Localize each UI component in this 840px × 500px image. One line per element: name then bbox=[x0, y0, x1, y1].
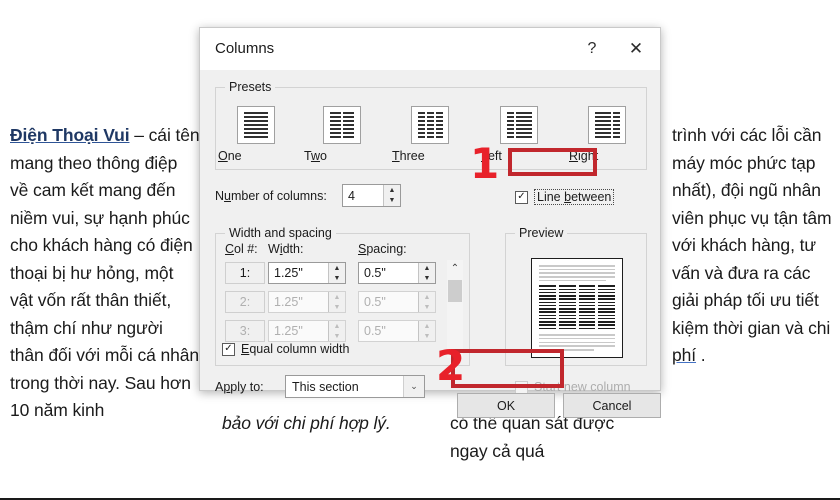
close-icon[interactable]: ✕ bbox=[614, 28, 658, 70]
col-header: Col #: bbox=[225, 242, 258, 256]
preview-column bbox=[558, 285, 576, 330]
preset-three-icon bbox=[411, 106, 449, 144]
width-value-3: 1.25" bbox=[274, 324, 303, 338]
cancel-button[interactable]: Cancel bbox=[563, 393, 661, 418]
width-stepper-2: ▲ ▼ bbox=[328, 292, 345, 312]
spacing-stepper-up-icon-2: ▲ bbox=[423, 293, 431, 301]
spacing-stepper-up-icon-3: ▲ bbox=[423, 322, 431, 330]
spacing-input-2: 0.5" ▲ ▼ bbox=[358, 291, 436, 313]
stepper-up-icon[interactable]: ▲ bbox=[384, 185, 400, 196]
preview-legend: Preview bbox=[515, 226, 568, 240]
width-stepper-up-icon-2: ▲ bbox=[333, 293, 341, 301]
width-stepper-down-icon-2: ▼ bbox=[333, 303, 341, 311]
dialog-title: Columns bbox=[215, 40, 275, 57]
scrollbar-thumb[interactable] bbox=[448, 280, 462, 302]
line-between-label: Line between bbox=[534, 189, 615, 205]
help-icon[interactable]: ? bbox=[570, 28, 614, 70]
highlight-ok-button bbox=[451, 349, 564, 388]
preset-three[interactable]: Three bbox=[392, 106, 468, 163]
preview-column bbox=[598, 285, 615, 330]
spacing-value-3: 0.5" bbox=[364, 324, 386, 338]
spacing-input-3: 0.5" ▲ ▼ bbox=[358, 320, 436, 342]
line-between-checkbox[interactable]: ✓ Line between bbox=[515, 189, 615, 205]
scroll-up-icon[interactable]: ⌃ bbox=[447, 260, 463, 276]
preset-left-icon bbox=[500, 106, 538, 144]
preset-one-label: One bbox=[218, 149, 242, 163]
cost-link[interactable]: phí bbox=[672, 345, 696, 365]
width-stepper-1[interactable]: ▲ ▼ bbox=[328, 263, 345, 283]
highlight-line-between bbox=[508, 148, 597, 176]
col-number-3: 3: bbox=[225, 320, 265, 342]
annotation-step-1: 1 bbox=[470, 139, 500, 188]
width-header: Width: bbox=[268, 242, 304, 256]
width-input-3: 1.25" ▲ ▼ bbox=[268, 320, 346, 342]
col-number-2: 2: bbox=[225, 291, 265, 313]
annotation-step-2: 2 bbox=[436, 341, 466, 390]
preview-column bbox=[578, 285, 596, 330]
preset-one-icon bbox=[237, 106, 275, 144]
col-number-1: 1: bbox=[225, 262, 265, 284]
preview-column bbox=[539, 285, 556, 330]
apply-to-label: Apply to: bbox=[215, 380, 264, 394]
equal-column-width-label: Equal column width bbox=[241, 342, 350, 356]
spacing-stepper-1[interactable]: ▲ ▼ bbox=[418, 263, 435, 283]
preset-right[interactable]: Right bbox=[569, 106, 645, 163]
spacing-value-1: 0.5" bbox=[364, 266, 386, 280]
apply-to-value: This section bbox=[292, 379, 359, 394]
spacing-stepper-2: ▲ ▼ bbox=[418, 292, 435, 312]
spacing-stepper-down-icon-1[interactable]: ▼ bbox=[419, 273, 435, 283]
spacing-header: Spacing: bbox=[358, 242, 407, 256]
document-bottom-left-text: bảo với chi phí hợp lý. bbox=[222, 413, 391, 433]
left-column-body: – cái tên mang theo thông điệp về cam kế… bbox=[10, 125, 200, 420]
stepper-down-icon[interactable]: ▼ bbox=[384, 196, 400, 207]
width-input-1[interactable]: 1.25" ▲ ▼ bbox=[268, 262, 346, 284]
right-column-body-before: trình với các lỗi cần máy móc phức tạp n… bbox=[672, 125, 832, 338]
preset-one[interactable]: One bbox=[218, 106, 294, 163]
number-of-columns-value: 4 bbox=[348, 188, 355, 203]
right-column-body-after: . bbox=[696, 345, 706, 365]
document-bottom-right-text: có thể quan sát được ngay cả quá bbox=[450, 413, 615, 461]
width-value-2: 1.25" bbox=[274, 295, 303, 309]
line-between-check-glyph: ✓ bbox=[515, 190, 528, 204]
preview-page bbox=[531, 258, 623, 358]
width-stepper-up-icon-3: ▲ bbox=[333, 322, 341, 330]
number-of-columns-stepper[interactable]: ▲ ▼ bbox=[383, 185, 400, 206]
width-stepper-up-icon-1[interactable]: ▲ bbox=[329, 263, 345, 273]
number-of-columns-input[interactable]: 4 ▲ ▼ bbox=[342, 184, 401, 207]
spacing-stepper-3: ▲ ▼ bbox=[418, 321, 435, 341]
spacing-stepper-down-icon-3: ▼ bbox=[423, 332, 431, 340]
equal-column-width-checkbox[interactable]: ✓ Equal column width bbox=[222, 342, 349, 356]
brand-link[interactable]: Điện Thoại Vui bbox=[10, 125, 130, 145]
dialog-body: Presets One Two Three Left Right Number … bbox=[200, 70, 661, 418]
preset-right-icon bbox=[588, 106, 626, 144]
document-left-column: Điện Thoại Vui – cái tên mang theo thông… bbox=[10, 122, 200, 425]
preset-two[interactable]: Two bbox=[304, 106, 380, 163]
ok-button[interactable]: OK bbox=[457, 393, 555, 418]
width-stepper-down-icon-3: ▼ bbox=[333, 332, 341, 340]
spacing-value-2: 0.5" bbox=[364, 295, 386, 309]
width-stepper-3: ▲ ▼ bbox=[328, 321, 345, 341]
columns-dialog: Columns ? ✕ Presets One Two Three Left R… bbox=[199, 27, 661, 418]
width-stepper-down-icon-1[interactable]: ▼ bbox=[329, 273, 345, 283]
apply-to-select[interactable]: This section ⌄ bbox=[285, 375, 425, 398]
presets-legend: Presets bbox=[225, 80, 276, 94]
width-spacing-legend: Width and spacing bbox=[225, 226, 336, 240]
spacing-stepper-down-icon-2: ▼ bbox=[423, 303, 431, 311]
width-input-2: 1.25" ▲ ▼ bbox=[268, 291, 346, 313]
dialog-title-bar: Columns ? ✕ bbox=[200, 28, 660, 70]
spacing-stepper-up-icon-1[interactable]: ▲ bbox=[419, 263, 435, 273]
preview-columns bbox=[539, 285, 615, 330]
preset-three-label: Three bbox=[392, 149, 425, 163]
equal-column-width-check-glyph: ✓ bbox=[222, 342, 235, 356]
width-value-1: 1.25" bbox=[274, 266, 303, 280]
preview-group: Preview bbox=[505, 226, 647, 366]
preset-two-icon bbox=[323, 106, 361, 144]
spacing-input-1[interactable]: 0.5" ▲ ▼ bbox=[358, 262, 436, 284]
chevron-down-icon[interactable]: ⌄ bbox=[403, 376, 424, 397]
number-of-columns-label: Number of columns: bbox=[215, 189, 327, 203]
document-right-column: trình với các lỗi cần máy móc phức tạp n… bbox=[672, 122, 840, 370]
preset-two-label: Two bbox=[304, 149, 327, 163]
